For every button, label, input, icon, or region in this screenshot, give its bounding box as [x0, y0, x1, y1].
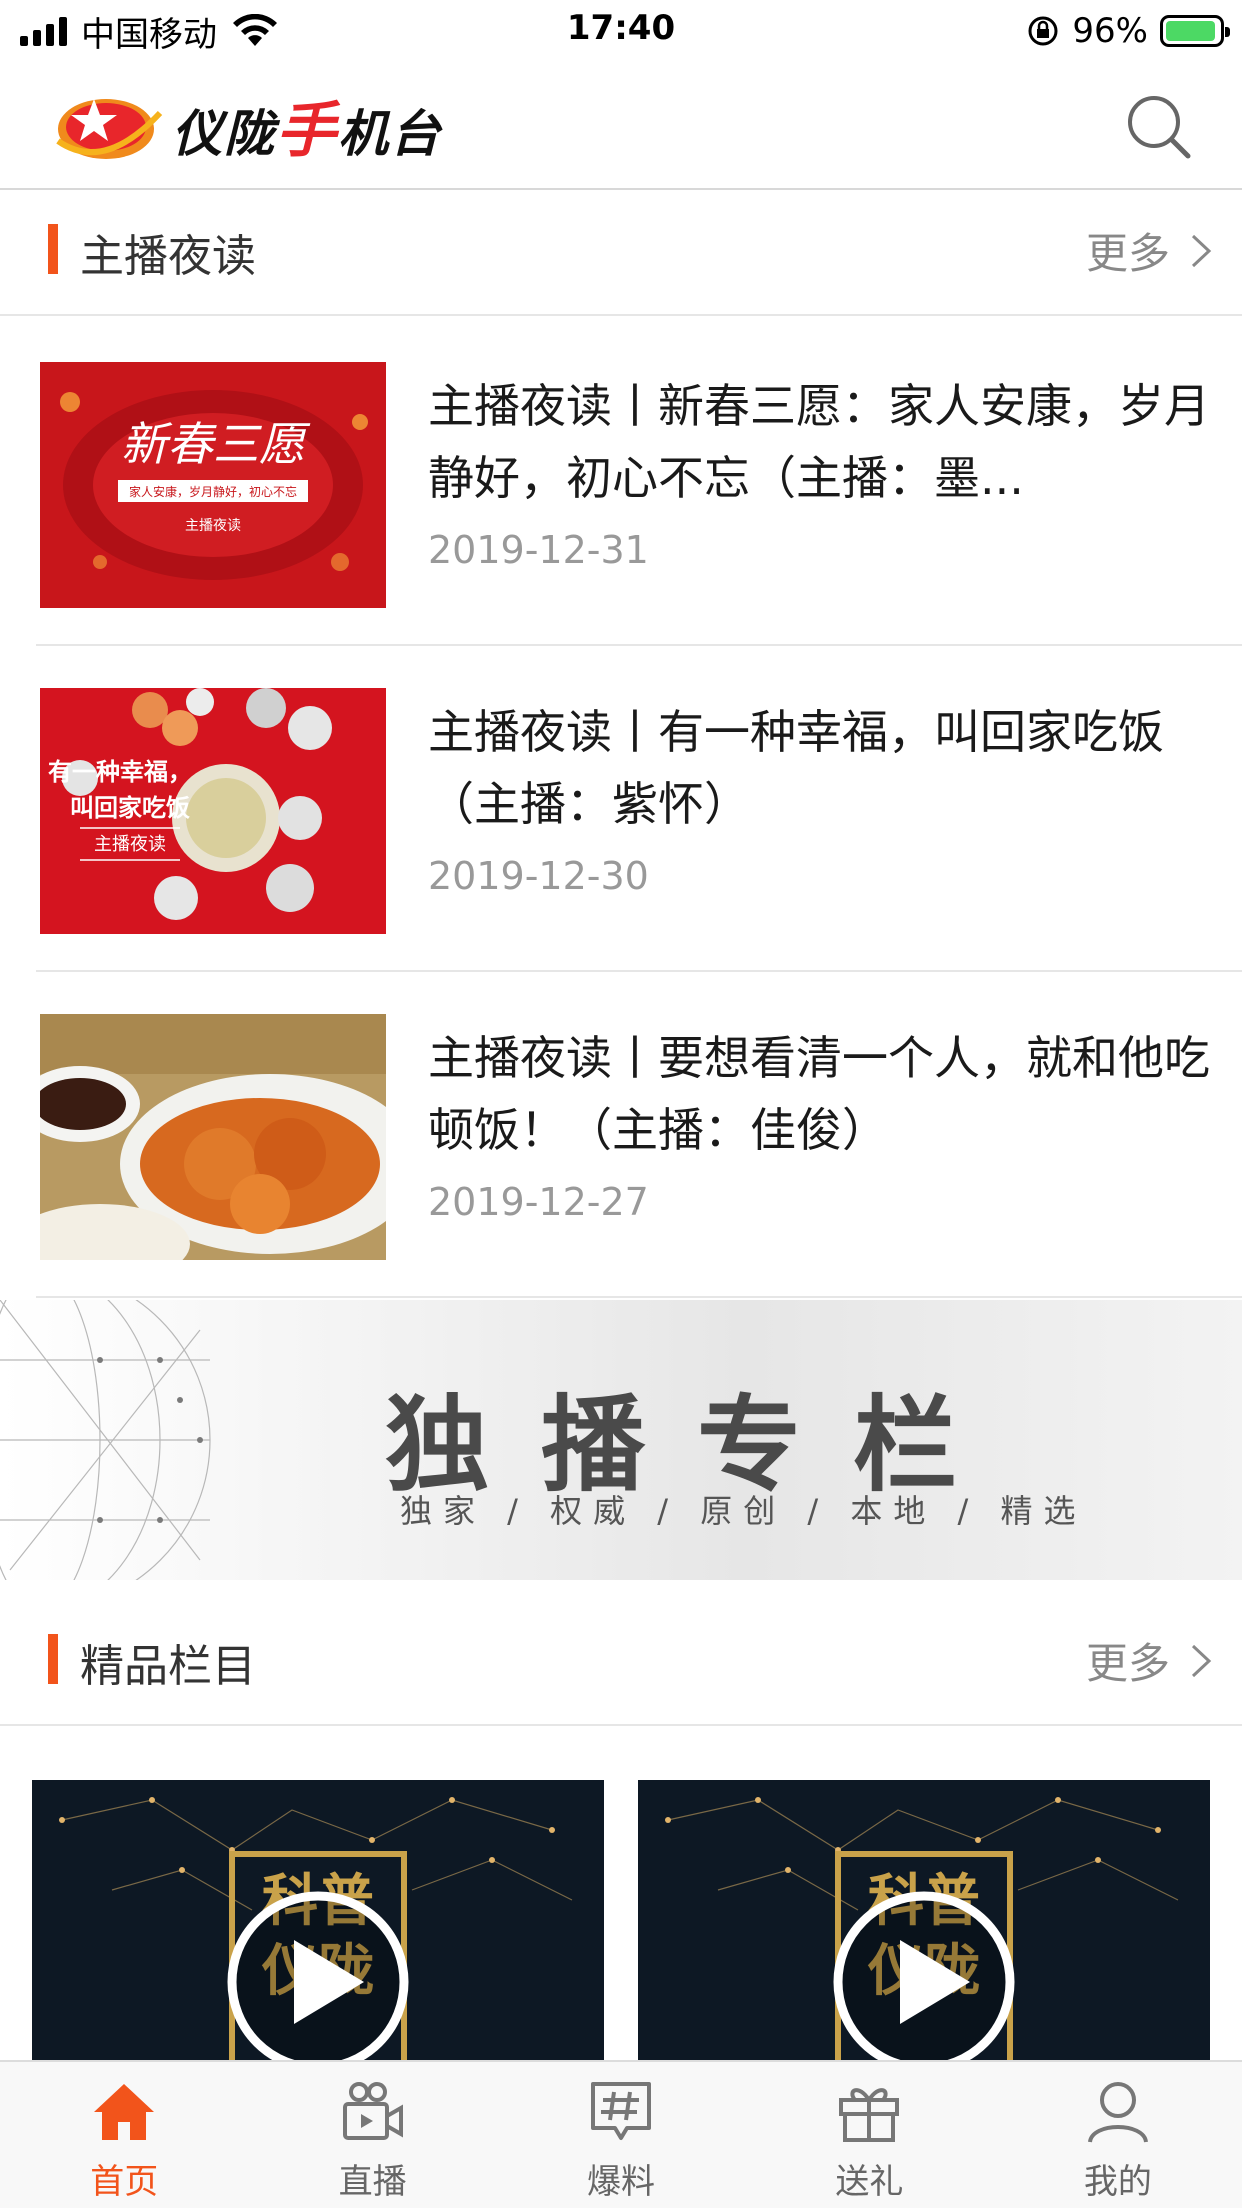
video-camera-icon: [342, 2082, 403, 2140]
section-accent-bar: [48, 224, 58, 274]
news-thumbnail: [40, 1014, 386, 1260]
video-card[interactable]: 科普 仪陇: [638, 1780, 1210, 2062]
star-swoosh-logo-icon: [56, 98, 163, 159]
home-icon: [94, 2084, 155, 2140]
thumb-title-line-1: 有一种幸福，: [48, 758, 192, 786]
play-icon[interactable]: [830, 1888, 1018, 2062]
logo-text: 仪陇手机台: [172, 96, 442, 166]
news-date: 2019-12-27: [428, 1180, 649, 1224]
tab-label: 我的: [1083, 2162, 1152, 2202]
tab-label: 直播: [338, 2162, 407, 2202]
news-list-item[interactable]: 新春三愿 家人安康，岁月静好，初心不忘 主播夜读 主播夜读丨新春三愿：家人安康，…: [36, 320, 1242, 646]
news-list-item[interactable]: 主播夜读丨要想看清一个人，就和他吃顿饭！（主播：佳俊） 2019-12-27: [36, 972, 1242, 1298]
news-list-item[interactable]: 有一种幸福， 叫回家吃饭 主播夜读 主播夜读丨有一种幸福，叫回家吃饭（主播：紫怀…: [36, 646, 1242, 972]
tab-label: 送礼: [835, 2162, 904, 2202]
section-title: 主播夜读: [80, 231, 256, 282]
status-right: 96%: [1026, 8, 1230, 54]
user-icon: [1087, 2082, 1148, 2143]
search-icon[interactable]: [1124, 92, 1194, 162]
globe-wireframe-icon: [0, 1300, 211, 1580]
tab-label: 首页: [90, 2162, 159, 2202]
gift-icon: [839, 2088, 900, 2142]
banner-subtitle: 独家 / 权威 / 原创 / 本地 / 精选: [400, 1492, 1087, 1530]
thumb-caption: 家人安康，岁月静好，初心不忘: [129, 484, 297, 499]
app-logo[interactable]: 仪陇手机台: [54, 82, 442, 169]
thumb-sub: 主播夜读: [185, 517, 241, 534]
more-label: 更多: [1085, 1639, 1170, 1688]
thumb-title-line-2: 叫回家吃饭: [70, 794, 190, 822]
tab-live[interactable]: 直播: [248, 2062, 496, 2208]
exclusive-column-banner[interactable]: 独播专栏 独家 / 权威 / 原创 / 本地 / 精选: [0, 1300, 1242, 1580]
news-title: 主播夜读丨要想看清一个人，就和他吃顿饭！（主播：佳俊）: [428, 1031, 1210, 1157]
news-thumbnail: 新春三愿 家人安康，岁月静好，初心不忘 主播夜读: [40, 362, 386, 608]
more-button[interactable]: 更多: [1086, 220, 1212, 281]
bottom-tab-bar: 首页 直播 爆料 送礼 我的: [0, 2060, 1242, 2208]
section-accent-bar: [48, 1634, 58, 1684]
news-title: 主播夜读丨新春三愿：家人安康，岁月静好，初心不忘（主播：墨...: [428, 379, 1210, 505]
tab-gift[interactable]: 送礼: [745, 2062, 993, 2208]
status-bar: 中国移动 17:40 96%: [0, 0, 1242, 62]
video-card[interactable]: 科普 仪陇: [32, 1780, 604, 2062]
hashtag-chat-icon: [591, 2082, 652, 2140]
section-title: 精品栏目: [80, 1641, 256, 1692]
tab-mine[interactable]: 我的: [994, 2062, 1242, 2208]
chevron-right-icon: [1191, 1644, 1212, 1677]
tab-report[interactable]: 爆料: [497, 2062, 745, 2208]
battery-icon: [1160, 15, 1230, 47]
news-thumbnail: 有一种幸福， 叫回家吃饭 主播夜读: [40, 688, 386, 934]
battery-percent: 96%: [1072, 11, 1148, 51]
news-date: 2019-12-30: [428, 854, 649, 898]
tab-home[interactable]: 首页: [0, 2062, 248, 2208]
chevron-right-icon: [1191, 234, 1212, 267]
section-header-reading: 主播夜读 更多: [0, 190, 1242, 316]
more-label: 更多: [1085, 229, 1170, 278]
more-button[interactable]: 更多: [1086, 1630, 1212, 1691]
news-title: 主播夜读丨有一种幸福，叫回家吃饭（主播：紫怀）: [428, 705, 1164, 831]
play-icon[interactable]: [224, 1888, 412, 2062]
app-header: 仪陇手机台: [0, 62, 1242, 190]
news-date: 2019-12-31: [428, 528, 649, 572]
thumb-sub: 主播夜读: [94, 834, 166, 855]
section-header-featured: 精品栏目 更多: [0, 1600, 1242, 1726]
rotation-lock-icon: [1028, 16, 1058, 46]
thumb-title: 新春三愿: [121, 417, 311, 471]
tab-label: 爆料: [587, 2162, 656, 2202]
